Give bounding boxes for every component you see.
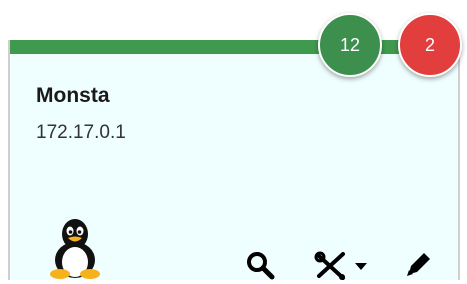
status-bar (10, 40, 458, 54)
badge-green-count: 12 (318, 13, 382, 77)
search-button[interactable] (238, 246, 282, 284)
tools-dropdown-button[interactable] (310, 246, 374, 284)
edit-button[interactable] (396, 246, 440, 284)
pencil-icon (407, 253, 430, 276)
linux-tux-icon (50, 219, 100, 279)
host-name: Monsta (36, 84, 110, 107)
host-card[interactable]: Monsta 172.17.0.1 (8, 40, 460, 280)
search-icon (247, 252, 275, 280)
tools-dropdown-icon (314, 251, 367, 280)
badge-red-count: 2 (398, 13, 462, 77)
host-ip: 172.17.0.1 (36, 122, 126, 143)
